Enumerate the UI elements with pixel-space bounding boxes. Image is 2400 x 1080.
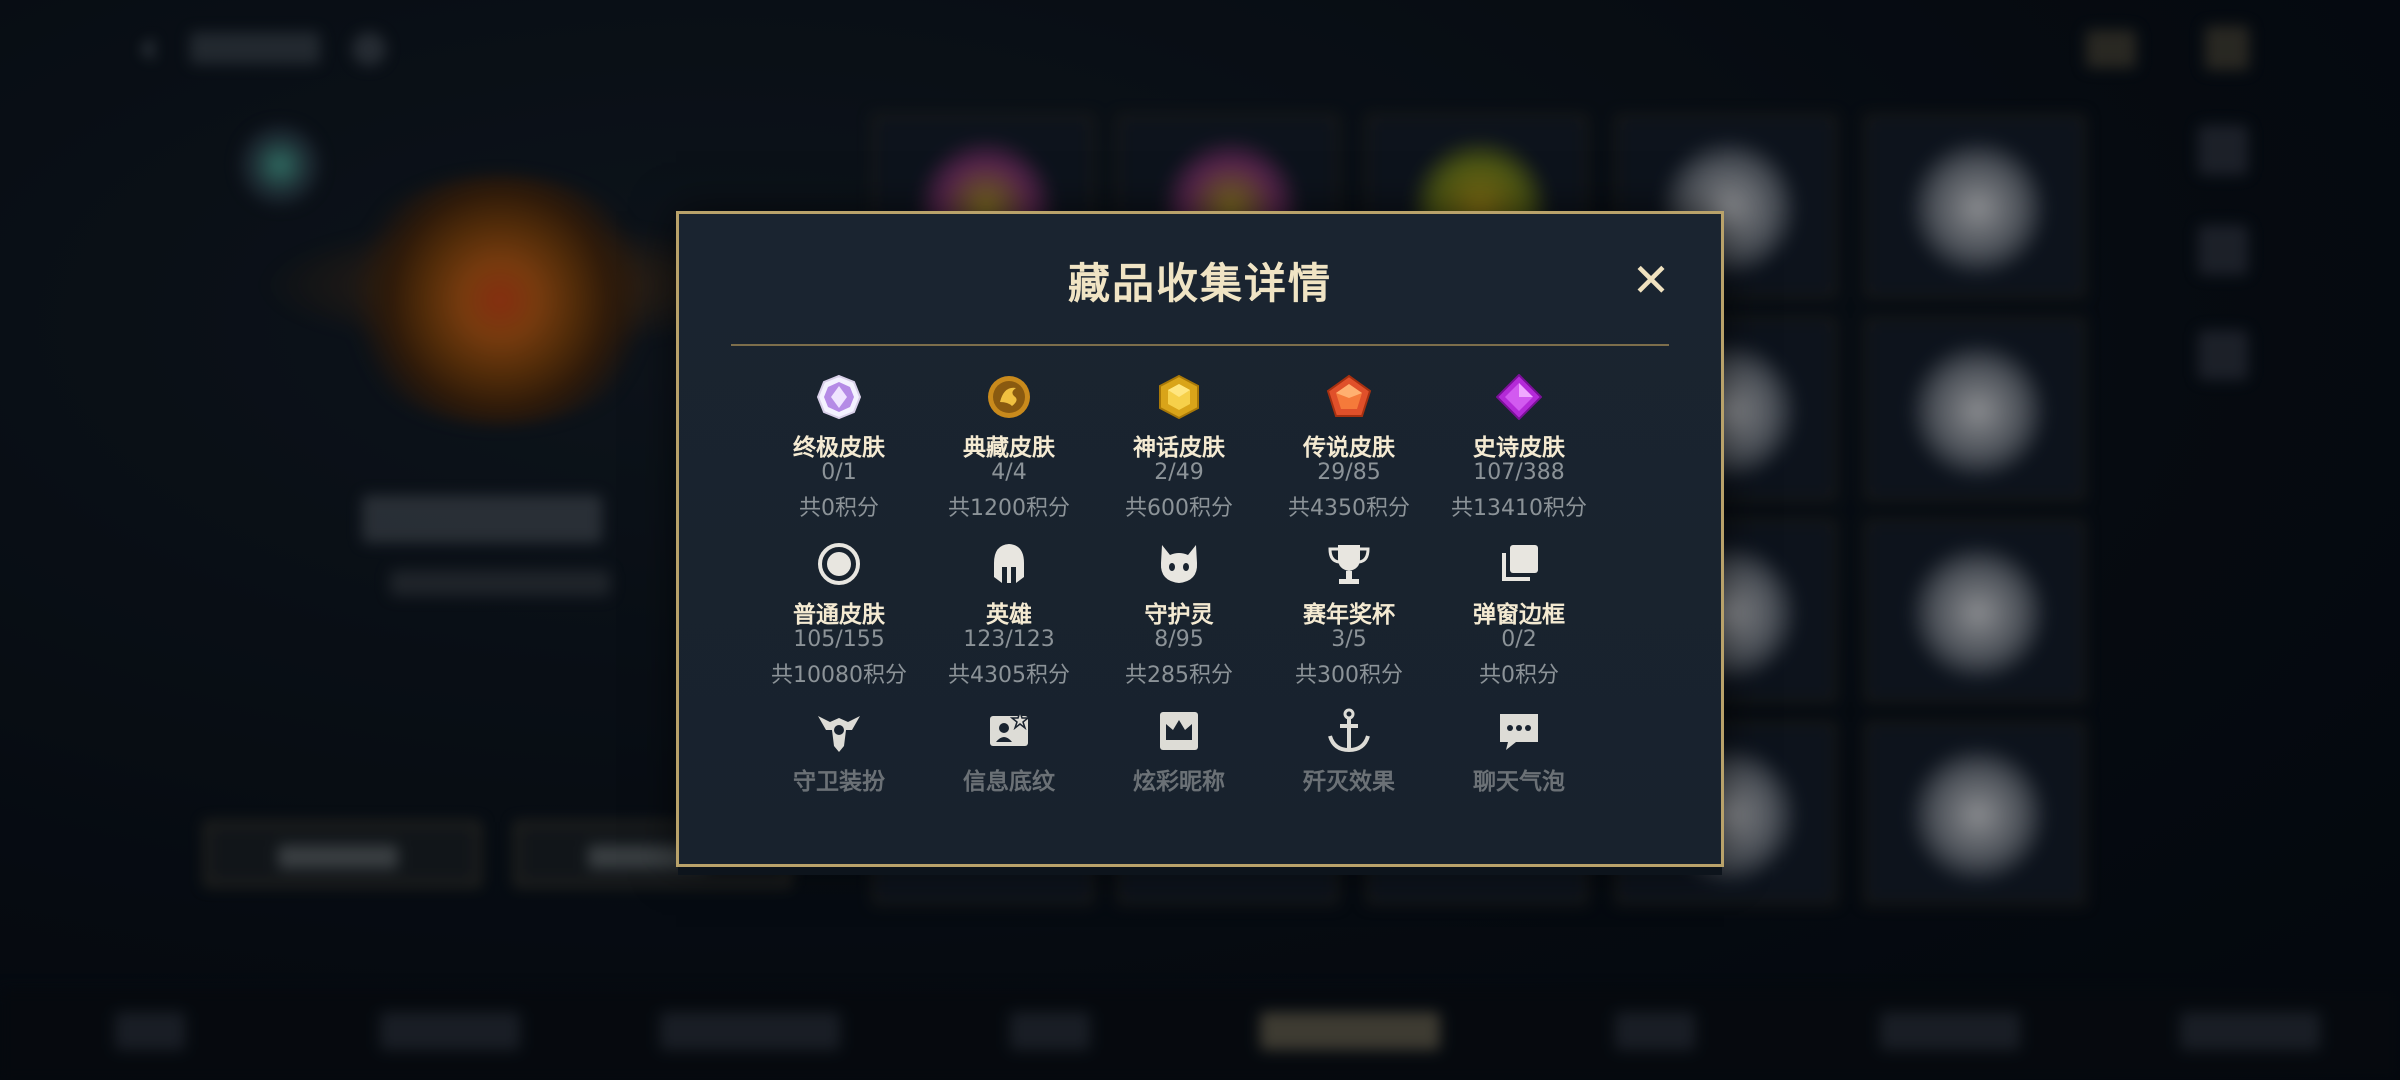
dialog-title: 藏品收集详情 <box>1067 259 1332 308</box>
category-item-mythic-skin[interactable]: 神话皮肤 2/49 共600积分 <box>1094 374 1264 529</box>
category-item-chat-bubble[interactable]: 聊天气泡 <box>1434 708 1604 834</box>
collection-details-dialog: 藏品收集详情 ✕ 终极皮肤 0/1 共0积分 典藏皮肤 4/4 共1200积分 … <box>676 211 1724 867</box>
title-divider <box>731 344 1669 346</box>
category-item-season-trophy[interactable]: 赛年奖杯 3/5 共300积分 <box>1264 541 1434 696</box>
anchor-icon <box>1328 708 1370 753</box>
crown-badge-icon <box>1160 712 1198 750</box>
category-item-legend-skin[interactable]: 传说皮肤 29/85 共4350积分 <box>1264 374 1434 529</box>
category-item-normal-skin[interactable]: 普通皮肤 105/155 共10080积分 <box>754 541 924 696</box>
trophy-icon <box>1328 545 1370 584</box>
category-item-epic-skin[interactable]: 史诗皮肤 107/388 共13410积分 <box>1434 374 1604 529</box>
category-item-info-background[interactable]: 信息底纹 <box>924 708 1094 834</box>
ward-icon <box>818 716 860 752</box>
category-item-guardian-spirit[interactable]: 守护灵 8/95 共285积分 <box>1094 541 1264 696</box>
helmet-icon <box>994 544 1024 583</box>
gold-hexagon-icon <box>1159 374 1199 420</box>
category-item-colorful-nickname[interactable]: 炫彩昵称 <box>1094 708 1264 834</box>
category-item-hero[interactable]: 英雄 123/123 共4305积分 <box>924 541 1094 696</box>
guardian-spirit-icon <box>1160 545 1198 583</box>
chat-bubble-icon <box>1500 714 1538 750</box>
category-item-popup-frame[interactable]: 弹窗边框 0/2 共0积分 <box>1434 541 1604 696</box>
dragon-medallion-icon <box>988 376 1030 418</box>
profile-card-icon <box>990 709 1031 746</box>
orange-pentagon-icon <box>1326 374 1372 417</box>
category-grid: 终极皮肤 0/1 共0积分 典藏皮肤 4/4 共1200积分 神话皮肤 2/49… <box>754 374 1604 834</box>
game-screen: ‹ 藏品收集详情 ✕ 终极皮肤 0/1 共0积分 典藏皮肤 4/4 共1200积… <box>0 0 2400 1080</box>
category-item-ward-skin[interactable]: 守卫装扮 <box>754 708 924 834</box>
ultimate-gem-icon <box>816 374 862 420</box>
category-item-ultimate-skin[interactable]: 终极皮肤 0/1 共0积分 <box>754 374 924 529</box>
close-button[interactable]: ✕ <box>1627 256 1675 304</box>
purple-diamond-icon <box>1496 374 1542 420</box>
stacked-frames-icon <box>1502 545 1538 581</box>
category-item-annihilation-effect[interactable]: 歼灭效果 <box>1264 708 1434 834</box>
category-item-collector-skin[interactable]: 典藏皮肤 4/4 共1200积分 <box>924 374 1094 529</box>
ring-icon <box>818 543 860 585</box>
